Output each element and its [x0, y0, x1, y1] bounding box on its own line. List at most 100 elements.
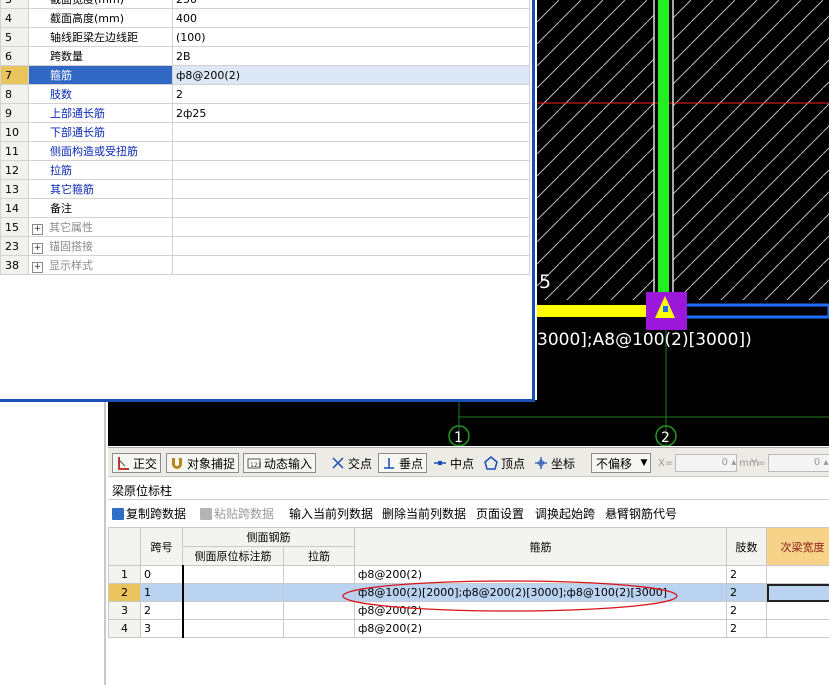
property-label: 备注	[50, 202, 72, 215]
cad-canvas[interactable]: 5 3000];A8@100(2)[3000]) 2 3000	[537, 0, 829, 446]
property-name[interactable]: 其它箍筋	[28, 179, 173, 199]
x-input[interactable]: 0 ▴	[675, 454, 738, 472]
property-row[interactable]: 10 下部通长筋	[0, 122, 530, 142]
side-mark-cell[interactable]	[181, 583, 284, 602]
property-row[interactable]: 14 备注	[0, 198, 530, 218]
legs-cell[interactable]: 2	[726, 619, 767, 638]
header-side-rebar[interactable]: 侧面钢筋	[182, 527, 355, 547]
property-name[interactable]: 轴线距梁左边线距	[28, 27, 173, 47]
object-snap-button[interactable]: 对象捕捉	[166, 453, 240, 473]
property-row[interactable]: 7 箍筋 ф8@200(2)	[0, 65, 530, 85]
swap-start-button[interactable]: 调换起始跨	[535, 505, 595, 522]
perpendicular-label: 垂点	[399, 456, 424, 471]
header-side-mark[interactable]: 侧面原位标注筋	[182, 546, 284, 566]
header-span[interactable]: 跨号	[140, 527, 183, 566]
property-name[interactable]: 拉筋	[28, 160, 173, 180]
property-row[interactable]: 6 跨数量 2B	[0, 46, 530, 66]
secondary-width-cell[interactable]	[766, 565, 829, 584]
property-value[interactable]	[172, 141, 530, 161]
property-row[interactable]: 11 侧面构造或受扭筋	[0, 141, 530, 161]
property-row[interactable]: 8 肢数 2	[0, 84, 530, 104]
property-name[interactable]: 下部通长筋	[28, 122, 173, 142]
ortho-button[interactable]: 正交	[112, 453, 162, 473]
property-value[interactable]	[172, 217, 530, 237]
property-row[interactable]: 15 + 其它属性	[0, 217, 530, 237]
property-value[interactable]	[172, 198, 530, 218]
property-row[interactable]: 4 截面高度(mm) 400	[0, 8, 530, 28]
property-row[interactable]: 13 其它箍筋	[0, 179, 530, 199]
dynamic-input-button[interactable]: 123 动态输入	[243, 453, 317, 473]
property-value[interactable]: 2ф25	[172, 103, 530, 123]
property-name[interactable]: 肢数	[28, 84, 173, 104]
span-cell[interactable]: 1	[140, 583, 183, 602]
property-row[interactable]: 23 + 锚固搭接	[0, 236, 530, 256]
swap-start-label: 调换起始跨	[535, 507, 596, 521]
panel-divider[interactable]	[104, 402, 106, 685]
property-value[interactable]: 2	[172, 84, 530, 104]
property-value[interactable]	[172, 236, 530, 256]
property-value[interactable]	[172, 160, 530, 180]
span-cell[interactable]: 2	[140, 601, 183, 620]
property-name[interactable]: + 锚固搭接	[28, 236, 173, 256]
property-name[interactable]: + 显示样式	[28, 255, 173, 275]
midpoint-snap-button[interactable]: 中点	[430, 453, 477, 473]
row-number: 1	[108, 565, 141, 584]
property-name[interactable]: 侧面构造或受扭筋	[28, 141, 173, 161]
legs-cell[interactable]: 2	[726, 565, 767, 584]
property-value[interactable]: ф8@200(2)	[172, 65, 530, 85]
header-secondary-width[interactable]: 次梁宽度	[766, 527, 829, 566]
property-value[interactable]: (100)	[172, 27, 530, 47]
page-setup-button[interactable]: 页面设置	[476, 505, 524, 522]
secondary-width-cell[interactable]	[766, 583, 829, 602]
property-row[interactable]: 9 上部通长筋 2ф25	[0, 103, 530, 123]
property-value[interactable]	[172, 255, 530, 275]
delete-column-button[interactable]: 删除当前列数据	[382, 505, 466, 522]
dynamic-input-icon: 123	[247, 458, 261, 469]
cad-canvas-lower[interactable]: 1 3000	[108, 400, 537, 446]
header-stirrup[interactable]: 箍筋	[354, 527, 727, 566]
span-cell[interactable]: 0	[140, 565, 183, 584]
expand-plus-icon[interactable]: +	[32, 262, 43, 273]
input-column-button[interactable]: 输入当前列数据	[289, 505, 373, 522]
property-value[interactable]	[172, 179, 530, 199]
side-mark-cell[interactable]	[181, 619, 284, 638]
secondary-width-cell[interactable]	[766, 619, 829, 638]
intersection-snap-button[interactable]: 交点	[328, 453, 375, 473]
perpendicular-snap-button[interactable]: 垂点	[378, 453, 428, 473]
vertex-snap-button[interactable]: 顶点	[481, 453, 528, 473]
property-value[interactable]: 400	[172, 8, 530, 28]
property-row[interactable]: 12 拉筋	[0, 160, 530, 180]
secondary-width-cell[interactable]	[766, 601, 829, 620]
y-input[interactable]: 0 ▴	[767, 454, 829, 472]
property-row[interactable]: 5 轴线距梁左边线距 (100)	[0, 27, 530, 47]
property-row[interactable]: 3截面宽度(mm) 250	[0, 0, 530, 9]
header-tie[interactable]: 拉筋	[283, 546, 355, 566]
span-cell[interactable]: 3	[140, 619, 183, 638]
property-name[interactable]: 箍筋	[28, 65, 173, 85]
expand-plus-icon[interactable]: +	[32, 224, 43, 235]
paste-span-button[interactable]: 粘贴跨数据	[200, 505, 274, 522]
header-legs[interactable]: 肢数	[726, 527, 767, 566]
property-value[interactable]: 2B	[172, 46, 530, 66]
property-name[interactable]: + 其它属性	[28, 217, 173, 237]
property-name[interactable]: 截面高度(mm)	[28, 8, 173, 28]
property-row[interactable]: 38 + 显示样式	[0, 255, 530, 275]
expand-plus-icon[interactable]: +	[32, 243, 43, 254]
legs-cell[interactable]: 2	[726, 583, 767, 602]
property-value[interactable]: 250	[172, 0, 530, 9]
side-mark-cell[interactable]	[181, 565, 284, 584]
property-name[interactable]: 截面宽度(mm)	[28, 0, 173, 9]
property-name[interactable]: 上部通长筋	[28, 103, 173, 123]
tie-cell[interactable]	[283, 619, 355, 638]
property-value[interactable]	[172, 122, 530, 142]
stirrup-cell[interactable]: ф8@200(2)	[354, 619, 727, 638]
copy-span-button[interactable]: 复制跨数据	[112, 505, 186, 522]
side-mark-cell[interactable]	[181, 601, 284, 620]
offset-mode-select[interactable]: 不偏移 ▼	[591, 453, 651, 473]
property-name[interactable]: 跨数量	[28, 46, 173, 66]
cantilever-code-button[interactable]: 悬臂钢筋代号	[605, 505, 677, 522]
table-row[interactable]: 4 3 ф8@200(2) 2	[108, 619, 829, 638]
legs-cell[interactable]: 2	[726, 601, 767, 620]
property-name[interactable]: 备注	[28, 198, 173, 218]
coordinate-snap-button[interactable]: 坐标	[531, 453, 578, 473]
